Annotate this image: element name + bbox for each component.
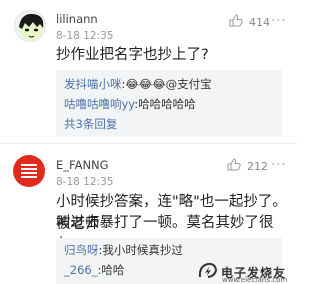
like-count: 414	[249, 15, 270, 29]
reply-author[interactable]: 归鸟呀	[64, 243, 99, 257]
reply-author[interactable]: 发抖喵小咪	[64, 77, 122, 91]
reply-author[interactable]: 咕噜咕噜响yy	[64, 97, 134, 111]
watermark-url: www.elecfans.com	[222, 276, 288, 284]
reply-text: :哈哈哈哈哈	[134, 97, 196, 111]
reply-item[interactable]: 咕噜咕噜响yy:哈哈哈哈哈	[64, 96, 196, 112]
like-button[interactable]: 414	[229, 14, 270, 30]
more-options-icon[interactable]: ···	[271, 158, 286, 173]
view-all-replies-link[interactable]: 共3条回复	[64, 116, 117, 132]
elecfans-logo-icon	[198, 261, 218, 283]
like-count: 212	[247, 159, 268, 173]
reply-text: :哈哈	[97, 263, 125, 277]
replies-box: 发抖喵小咪:😂😂😂@支付宝 咕噜咕噜响yy:哈哈哈哈哈 共3条回复	[56, 70, 282, 136]
divider	[0, 143, 297, 144]
reply-author[interactable]: _266_	[64, 263, 97, 277]
reply-text: :😂😂😂@支付宝	[121, 77, 212, 91]
comment-text: 抄作业把名字也抄上了?	[56, 47, 209, 63]
user-avatar[interactable]	[14, 10, 46, 42]
username[interactable]: lilinann	[56, 12, 98, 26]
reply-item[interactable]: 发抖喵小咪:😂😂😂@支付宝	[64, 76, 212, 92]
timestamp: 8-18 12:35	[56, 30, 114, 42]
thumbs-up-icon	[229, 14, 243, 30]
more-options-icon[interactable]: ···	[271, 14, 286, 29]
reply-item[interactable]: 归鸟呀:我小时候真抄过	[64, 242, 183, 258]
reply-item[interactable]: _266_:哈哈	[64, 262, 124, 278]
user-avatar[interactable]	[13, 155, 45, 187]
timestamp: 8-18 12:35	[56, 176, 114, 188]
thumbs-up-icon	[227, 158, 241, 174]
like-button[interactable]: 212	[227, 158, 268, 174]
username[interactable]: E_FANNG	[56, 158, 109, 172]
reply-text: :我小时候真抄过	[98, 243, 183, 257]
